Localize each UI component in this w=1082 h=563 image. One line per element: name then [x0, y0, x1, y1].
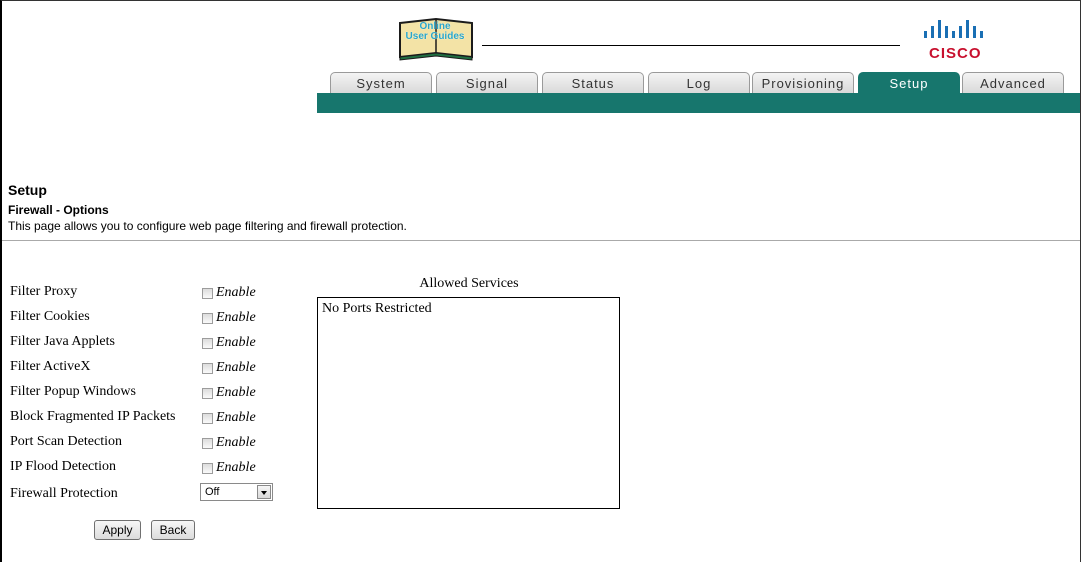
- allowed-services-list[interactable]: No Ports Restricted: [317, 297, 620, 509]
- filter-java-applets-checkbox[interactable]: [202, 337, 213, 349]
- ip-flood-detection-label: IP Flood Detection: [10, 459, 117, 474]
- enable-label: Enable: [216, 410, 256, 425]
- page-description: This page allows you to configure web pa…: [8, 219, 407, 233]
- filter-cookies-enable: Enable: [202, 310, 256, 326]
- dropdown-arrow-icon[interactable]: [257, 485, 271, 499]
- logo-line-2: User Guides: [405, 31, 465, 42]
- enable-label: Enable: [216, 385, 256, 400]
- allowed-services-title: Allowed Services: [419, 276, 519, 291]
- filter-proxy-checkbox[interactable]: [202, 287, 213, 299]
- enable-label: Enable: [216, 460, 256, 475]
- user-guides-logo-text: Online User Guides: [402, 22, 468, 42]
- enable-label: Enable: [216, 335, 256, 350]
- filter-java-applets-enable: Enable: [202, 335, 256, 351]
- ip-flood-detection-checkbox[interactable]: [202, 462, 213, 474]
- filter-popup-windows-enable: Enable: [202, 385, 256, 401]
- block-fragmented-ip-packets-label: Block Fragmented IP Packets: [10, 409, 176, 424]
- filter-proxy-label: Filter Proxy: [10, 284, 78, 299]
- enable-label: Enable: [216, 435, 256, 450]
- filter-cookies-label: Filter Cookies: [10, 309, 90, 324]
- cisco-wordmark: CISCO: [929, 45, 982, 62]
- firewall-protection-select[interactable]: Off: [200, 483, 273, 501]
- filter-popup-windows-checkbox[interactable]: [202, 387, 213, 399]
- filter-java-applets-label: Filter Java Applets: [10, 334, 115, 349]
- filter-popup-windows-label: Filter Popup Windows: [10, 384, 136, 399]
- port-scan-detection-enable: Enable: [202, 435, 256, 451]
- enable-label: Enable: [216, 310, 256, 325]
- tab-bar-strip: [317, 93, 1080, 113]
- ip-flood-detection-enable: Enable: [202, 460, 256, 476]
- back-button[interactable]: Back: [151, 520, 195, 540]
- apply-button[interactable]: Apply: [94, 520, 141, 540]
- firewall-protection-label: Firewall Protection: [10, 486, 118, 501]
- tab-status[interactable]: Status: [542, 72, 644, 93]
- header-divider-line: [482, 45, 900, 46]
- enable-label: Enable: [216, 285, 256, 300]
- tab-advanced[interactable]: Advanced: [962, 72, 1064, 93]
- block-fragmented-ip-packets-checkbox[interactable]: [202, 412, 213, 424]
- list-item[interactable]: No Ports Restricted: [322, 301, 432, 317]
- tab-system[interactable]: System: [330, 72, 432, 93]
- section-title: Firewall - Options: [8, 203, 109, 217]
- cisco-bars-icon: [924, 20, 983, 38]
- tab-setup[interactable]: Setup: [858, 72, 960, 94]
- enable-label: Enable: [216, 360, 256, 375]
- firewall-protection-value: Off: [205, 486, 220, 498]
- filter-cookies-checkbox[interactable]: [202, 312, 213, 324]
- block-fragmented-ip-packets-enable: Enable: [202, 410, 256, 426]
- tab-log[interactable]: Log: [648, 72, 750, 93]
- filter-activex-checkbox[interactable]: [202, 362, 213, 374]
- tab-signal[interactable]: Signal: [436, 72, 538, 93]
- content-divider: [2, 240, 1080, 241]
- filter-activex-label: Filter ActiveX: [10, 359, 91, 374]
- page-title: Setup: [8, 182, 47, 198]
- filter-activex-enable: Enable: [202, 360, 256, 376]
- port-scan-detection-checkbox[interactable]: [202, 437, 213, 449]
- port-scan-detection-label: Port Scan Detection: [10, 434, 122, 449]
- filter-proxy-enable: Enable: [202, 285, 256, 301]
- tab-provisioning[interactable]: Provisioning: [752, 72, 854, 93]
